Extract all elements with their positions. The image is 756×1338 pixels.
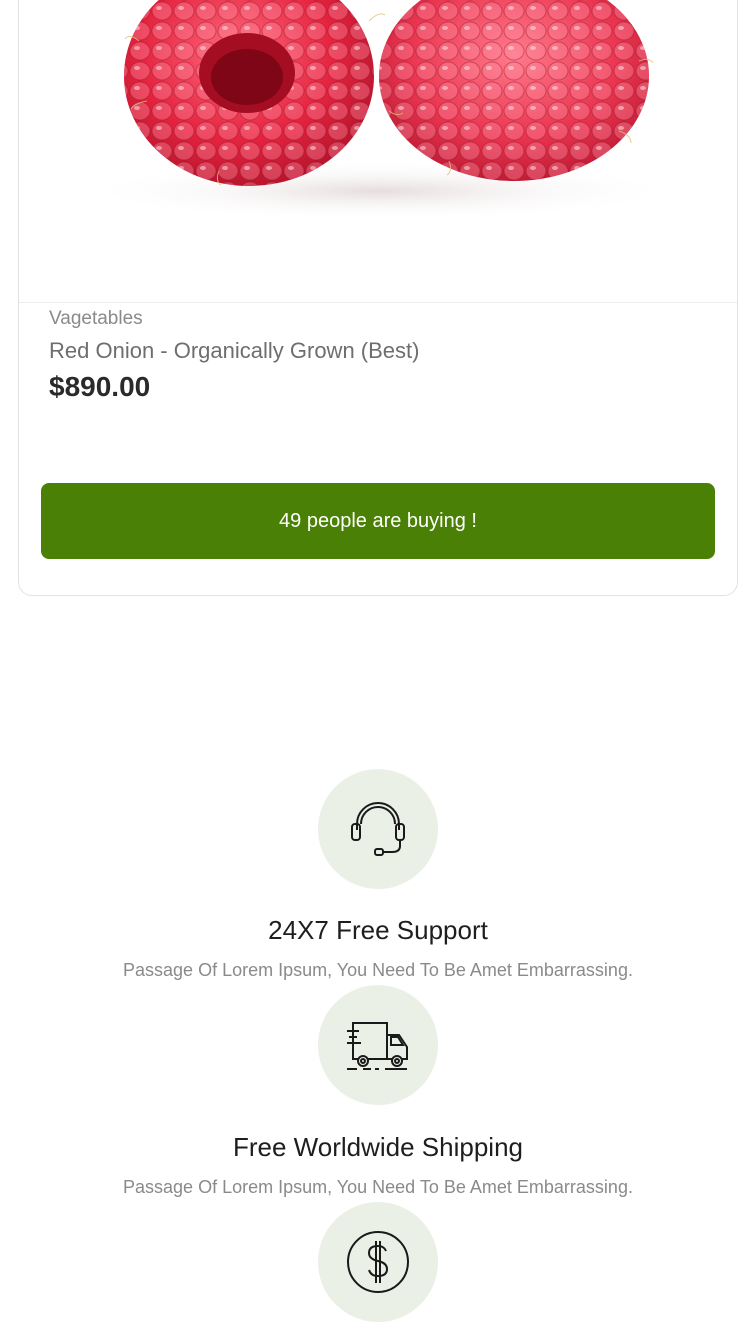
delivery-truck-icon [347,1022,408,1070]
feature-title-shipping: Free Worldwide Shipping [233,1132,523,1162]
product-price: $890.00 [49,371,151,402]
product-image[interactable] [19,0,737,303]
people-buying-button[interactable]: 49 people are buying ! [41,483,715,559]
raspberry-image [79,0,679,221]
feature-desc-support: Passage Of Lorem Ipsum, You Need To Be A… [123,960,633,980]
headset-icon [351,802,405,856]
dollar-coin-icon [347,1231,409,1293]
money-icon-circle [318,1202,438,1322]
product-card[interactable]: Vagetables Red Onion - Organically Grown… [18,0,738,596]
product-category: Vagetables [49,308,143,329]
support-icon-circle [318,769,438,889]
shipping-icon-circle [318,985,438,1105]
product-title[interactable]: Red Onion - Organically Grown (Best) [49,338,419,364]
feature-desc-shipping: Passage Of Lorem Ipsum, You Need To Be A… [123,1177,633,1197]
feature-title-support: 24X7 Free Support [268,915,488,945]
